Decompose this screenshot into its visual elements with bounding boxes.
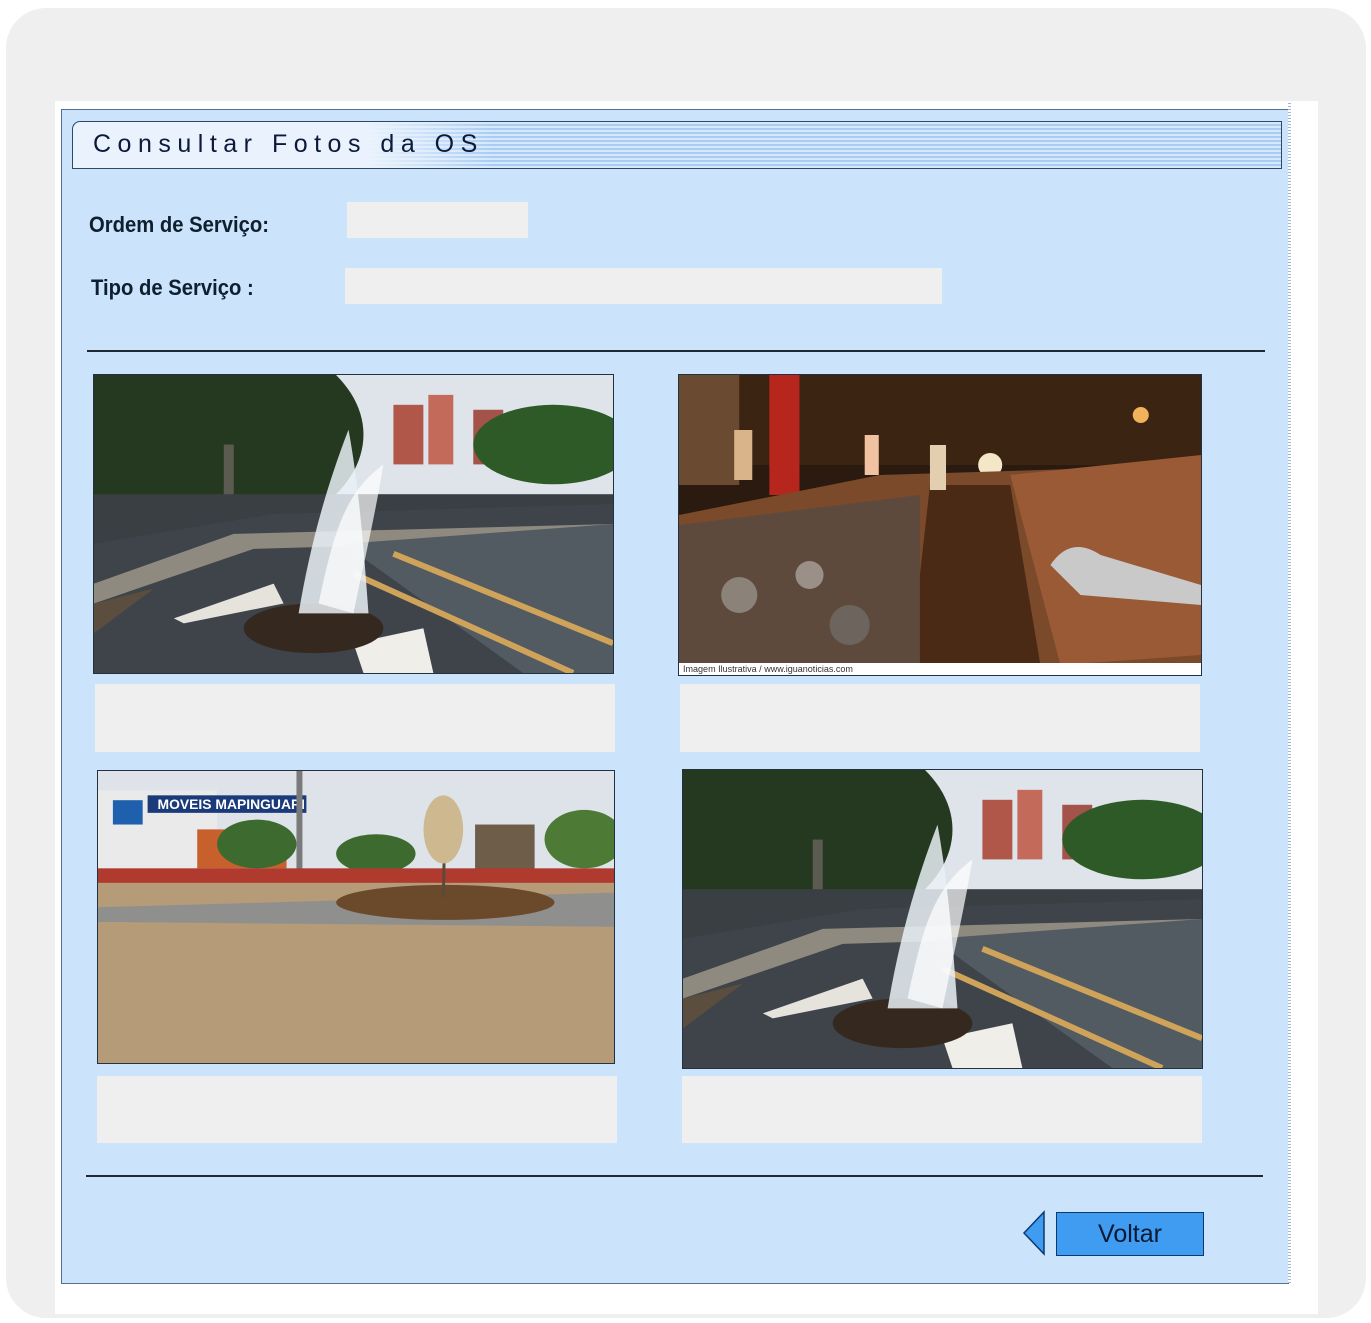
photo-3[interactable]: MOVEIS MAPINGUARI xyxy=(97,770,615,1064)
photo-4[interactable] xyxy=(682,769,1203,1069)
photo-credit-text: Imagem Ilustrativa / www.iguanoticias.co… xyxy=(683,664,853,674)
photo-2-caption xyxy=(680,684,1200,752)
repaired-road-photo: MOVEIS MAPINGUARI xyxy=(98,771,614,1063)
tipo-servico-label: Tipo de Serviço : xyxy=(91,275,254,300)
divider-top xyxy=(87,350,1265,352)
shop-sign-text: MOVEIS MAPINGUARI xyxy=(158,797,305,812)
water-leak-street-photo xyxy=(683,770,1202,1068)
photo-3-caption xyxy=(97,1076,617,1143)
voltar-button[interactable]: Voltar xyxy=(1056,1212,1204,1256)
voltar-control[interactable]: Voltar xyxy=(1022,1210,1204,1256)
tipo-servico-field xyxy=(345,268,942,304)
title-bar: Consultar Fotos da OS xyxy=(72,121,1282,169)
photo-1[interactable] xyxy=(93,374,614,674)
back-arrow-icon[interactable] xyxy=(1022,1210,1046,1256)
photo-1-caption xyxy=(95,684,615,752)
ordem-servico-field xyxy=(347,202,528,238)
night-excavation-photo: Imagem Ilustrativa / www.iguanoticias.co… xyxy=(679,375,1201,675)
ordem-servico-label: Ordem de Serviço: xyxy=(89,212,269,237)
divider-bottom xyxy=(86,1175,1263,1177)
water-leak-street-photo xyxy=(94,375,613,673)
panel-edge xyxy=(1288,103,1291,1283)
photo-4-caption xyxy=(682,1076,1202,1143)
photo-2[interactable]: Imagem Ilustrativa / www.iguanoticias.co… xyxy=(678,374,1202,676)
page-title: Consultar Fotos da OS xyxy=(93,130,484,158)
